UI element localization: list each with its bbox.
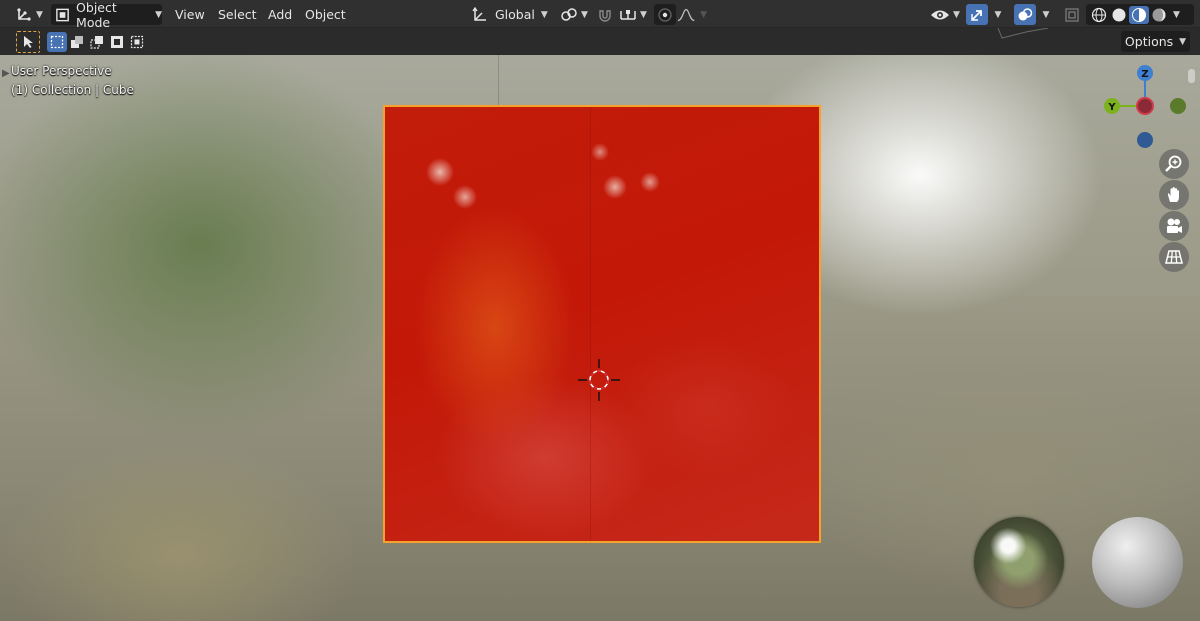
gizmo-z-label: Z xyxy=(1141,69,1148,80)
falloff-dropdown[interactable]: ▼ xyxy=(677,4,707,25)
camera-icon xyxy=(1167,218,1182,233)
shading-chevron-down-icon[interactable]: ▼ xyxy=(1173,10,1180,20)
menu-add[interactable]: Add xyxy=(268,4,292,25)
chevron-down-icon: ▼ xyxy=(1179,36,1187,47)
navigation-gizmo[interactable]: Z Y xyxy=(1098,65,1194,155)
visibility-dropdown[interactable]: ▼ xyxy=(928,4,962,25)
zoom-button[interactable] xyxy=(1159,149,1189,179)
select-box-subtract-icon xyxy=(90,36,103,49)
transform-orientation-icon xyxy=(472,6,486,21)
solid-shading-button[interactable] xyxy=(1109,6,1129,24)
select-mode-subtract-button[interactable] xyxy=(87,32,107,52)
gizmo-dropdown[interactable]: ▼ xyxy=(989,4,1007,25)
view-name-label: User Perspective xyxy=(11,64,112,78)
axis-gizmo-icon xyxy=(17,7,31,21)
eye-visibility-icon xyxy=(931,10,950,19)
select-box-new-icon xyxy=(50,35,64,49)
snap-target-icon xyxy=(620,9,636,20)
mode-label: Object Mode xyxy=(76,0,117,30)
chevron-down-icon: ▼ xyxy=(994,9,1002,20)
options-dropdown[interactable]: Options ▼ xyxy=(1121,31,1190,52)
chevron-down-icon: ▼ xyxy=(640,9,647,20)
active-tool-button[interactable] xyxy=(16,31,40,53)
solid-shading-icon xyxy=(1112,8,1126,21)
transform-orientation-label: Global xyxy=(495,7,535,22)
hdri-preview-sphere xyxy=(974,517,1064,607)
tool-settings-bar: Options ▼ xyxy=(0,27,1200,55)
tab-corner-lines xyxy=(996,27,1056,40)
collection-info-label: (1) Collection | Cube xyxy=(11,83,134,97)
grid-ortho-icon xyxy=(1165,250,1183,264)
gizmo-y-label: Y xyxy=(1107,102,1116,113)
overlays-toggle[interactable] xyxy=(1014,4,1036,25)
select-box-extend-icon xyxy=(71,36,83,48)
sidebar-expand-arrow-icon[interactable]: ▶ xyxy=(2,68,10,79)
pivot-point-icon xyxy=(561,7,577,21)
select-box-intersect-icon xyxy=(130,35,144,49)
plane-texture-line xyxy=(590,107,591,541)
falloff-curve-icon xyxy=(677,8,695,21)
3d-cursor-icon[interactable] xyxy=(578,359,620,401)
chevron-down-icon: ▼ xyxy=(36,9,43,20)
rendered-shading-button[interactable] xyxy=(1149,6,1169,24)
snap-toggle[interactable] xyxy=(594,4,616,25)
object-mode-icon xyxy=(56,8,69,21)
ortho-toggle-button[interactable] xyxy=(1159,242,1189,272)
select-mode-extend-button[interactable] xyxy=(67,32,87,52)
viewport-header: ▼ Object Mode ▼ View Select Add Object G… xyxy=(0,0,1200,30)
pivot-point-dropdown[interactable]: ▼ xyxy=(558,4,590,25)
zoom-icon xyxy=(1165,155,1182,172)
material-shading-button[interactable] xyxy=(1129,5,1149,24)
chevron-down-icon: ▼ xyxy=(155,9,162,20)
xray-toggle[interactable] xyxy=(1061,4,1083,25)
gizmo-toggle[interactable] xyxy=(966,4,988,25)
mode-dropdown[interactable]: Object Mode ▼ xyxy=(51,0,162,30)
chevron-down-icon: ▼ xyxy=(1042,9,1050,20)
proportional-edit-toggle[interactable] xyxy=(654,4,676,25)
wireframe-shading-button[interactable] xyxy=(1089,6,1109,24)
camera-view-button[interactable] xyxy=(1159,211,1189,241)
hand-pan-icon xyxy=(1167,187,1179,202)
cursor-arrow-icon xyxy=(24,36,33,48)
gizmo-arrow-icon xyxy=(971,9,982,21)
editor-type-button[interactable]: ▼ xyxy=(12,4,46,25)
proportional-edit-icon xyxy=(658,7,672,22)
chevron-down-icon: ▼ xyxy=(540,9,548,20)
xray-toggle-icon xyxy=(1065,7,1079,22)
selected-plane-object[interactable] xyxy=(383,105,821,543)
rendered-shading-icon xyxy=(1152,8,1166,21)
shading-mode-group: ▼ xyxy=(1086,4,1194,25)
pan-button[interactable] xyxy=(1159,180,1189,210)
menu-object[interactable]: Object xyxy=(305,4,346,25)
chevron-down-icon: ▼ xyxy=(700,9,707,20)
vertical-guide-line xyxy=(498,55,499,105)
viewport-scroll-handle[interactable] xyxy=(1188,69,1195,83)
select-mode-invert-button[interactable] xyxy=(107,32,127,52)
chevron-down-icon: ▼ xyxy=(953,9,960,20)
wireframe-shading-icon xyxy=(1091,7,1107,22)
menu-select[interactable]: Select xyxy=(218,4,257,25)
diffuse-preview-sphere xyxy=(1092,517,1183,608)
material-shading-icon xyxy=(1132,7,1146,22)
transform-orientation-dropdown[interactable]: Global ▼ xyxy=(468,4,552,25)
overlays-icon xyxy=(1018,7,1033,20)
chevron-down-icon: ▼ xyxy=(581,9,588,20)
select-box-invert-icon xyxy=(111,36,123,48)
3d-viewport[interactable]: ▶ User Perspective (1) Collection | Cube… xyxy=(0,55,1200,621)
select-mode-intersect-button[interactable] xyxy=(127,32,147,52)
menu-view[interactable]: View xyxy=(175,4,205,25)
snap-target-dropdown[interactable]: ▼ xyxy=(617,4,649,25)
select-mode-new-button[interactable] xyxy=(47,32,67,52)
options-label: Options xyxy=(1124,34,1174,49)
snap-magnet-icon xyxy=(599,9,611,22)
overlays-dropdown[interactable]: ▼ xyxy=(1037,4,1055,25)
